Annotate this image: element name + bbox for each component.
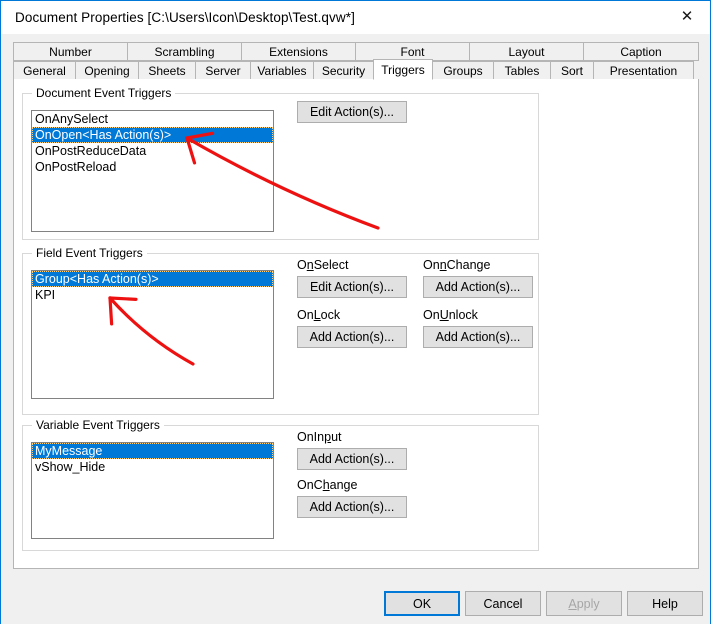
list-item[interactable]: OnAnySelect	[32, 111, 273, 127]
tab-label: Layout	[508, 44, 545, 59]
onlock-add-actions-button[interactable]: Add Action(s)...	[297, 326, 407, 348]
document-event-triggers-title: Document Event Triggers	[32, 86, 176, 100]
label-text: OnC	[297, 478, 323, 492]
tab-label: Sort	[560, 64, 583, 78]
variable-event-triggers-title: Variable Event Triggers	[32, 418, 164, 432]
label-mnemonic: A	[568, 596, 577, 611]
list-item[interactable]: OnOpen<Has Action(s)>	[32, 127, 273, 143]
close-icon: ✕	[680, 7, 694, 25]
document-properties-dialog: Document Properties [C:\Users\Icon\Deskt…	[0, 0, 711, 624]
tab-general[interactable]: General	[13, 61, 76, 80]
label-text: O	[297, 258, 307, 272]
tab-security[interactable]: Security	[313, 61, 374, 80]
tab-layout[interactable]: Layout	[469, 42, 584, 61]
tab-label: General	[23, 64, 66, 78]
tab-groups[interactable]: Groups	[432, 61, 494, 80]
field-onchange-label: OnnChange	[423, 258, 490, 272]
label-text: pply	[576, 596, 600, 611]
variable-event-triggers-group: Variable Event Triggers MyMessage vShow_H…	[22, 418, 539, 551]
list-item[interactable]: OnPostReduceData	[32, 143, 273, 159]
tab-label: Variables	[257, 64, 307, 78]
tab-label: Presentation	[609, 64, 678, 78]
tab-variables[interactable]: Variables	[250, 61, 314, 80]
tab-strip: Number Scrambling Extensions Font Layout Capt…	[13, 42, 699, 80]
label-mnemonic: h	[322, 478, 330, 492]
label-text: ut	[331, 430, 342, 444]
variable-onchange-add-actions-button[interactable]: Add Action(s)...	[297, 496, 407, 518]
close-button[interactable]: ✕	[664, 1, 710, 32]
list-item[interactable]: vShow_Hide	[32, 459, 273, 475]
tab-extensions[interactable]: Extensions	[241, 42, 356, 61]
tab-label: Opening	[84, 64, 130, 78]
onlock-label: OnLock	[297, 308, 340, 322]
onselect-edit-actions-button[interactable]: Edit Action(s)...	[297, 276, 407, 298]
onunlock-label: OnUnlock	[423, 308, 478, 322]
tab-server[interactable]: Server	[195, 61, 251, 80]
onselect-label: OnSelect	[297, 258, 348, 272]
oninput-add-actions-button[interactable]: Add Action(s)...	[297, 448, 407, 470]
list-item[interactable]: KPI	[32, 287, 273, 303]
tab-tables[interactable]: Tables	[493, 61, 551, 80]
field-onchange-add-actions-button[interactable]: Add Action(s)...	[423, 276, 533, 298]
variable-onchange-label: OnChange	[297, 478, 357, 492]
tab-number[interactable]: Number	[13, 42, 128, 61]
tab-sheets[interactable]: Sheets	[138, 61, 196, 80]
label-mnemonic: U	[439, 308, 449, 322]
tab-label: Number	[49, 44, 92, 59]
onunlock-add-actions-button[interactable]: Add Action(s)...	[423, 326, 533, 348]
field-event-triggers-group: Field Event Triggers Group<Has Action(s)…	[22, 246, 539, 415]
cancel-button[interactable]: Cancel	[465, 591, 541, 616]
ok-button[interactable]: OK	[384, 591, 460, 616]
tab-presentation[interactable]: Presentation	[593, 61, 694, 80]
tab-label: Caption	[620, 44, 662, 59]
document-event-triggers-group: Document Event Triggers OnAnySelect OnOpe…	[22, 86, 539, 240]
tab-row-lower: General Opening Sheets Server Variables Secur…	[13, 59, 699, 80]
tab-triggers[interactable]: Triggers	[373, 59, 433, 80]
list-item[interactable]: MyMessage	[32, 443, 273, 459]
label-mnemonic: L	[313, 308, 321, 322]
tab-label: Tables	[504, 64, 540, 78]
tab-label: Groups	[443, 64, 483, 78]
tab-label: Extensions	[269, 44, 328, 59]
tab-label: Sheets	[148, 64, 186, 78]
label-text: On	[297, 308, 314, 322]
tab-label: Scrambling	[154, 44, 215, 59]
tab-label: Server	[205, 64, 241, 78]
tab-label: Triggers	[381, 63, 425, 77]
tab-label: Security	[321, 64, 366, 78]
tab-scrambling[interactable]: Scrambling	[127, 42, 242, 61]
tab-sort[interactable]: Sort	[550, 61, 594, 80]
window-title: Document Properties [C:\Users\Icon\Deskt…	[15, 10, 355, 25]
tab-row-upper: Number Scrambling Extensions Font Layout Capt…	[13, 42, 699, 61]
label-text: nlock	[448, 308, 478, 322]
document-edit-actions-button[interactable]: Edit Action(s)...	[297, 101, 407, 123]
label-text: ock	[320, 308, 341, 322]
label-text: Select	[313, 258, 349, 272]
label-text: ange	[329, 478, 358, 492]
label-mnemonic: n	[306, 258, 314, 272]
label-text: OnIn	[297, 430, 325, 444]
dialog-footer: OK Cancel Apply Help	[1, 569, 710, 624]
help-button[interactable]: Help	[627, 591, 703, 616]
tab-panel-triggers: Document Event Triggers OnAnySelect OnOpe…	[13, 79, 699, 569]
list-item[interactable]: Group<Has Action(s)>	[32, 271, 273, 287]
tab-caption[interactable]: Caption	[583, 42, 699, 61]
oninput-label: OnInput	[297, 430, 342, 444]
field-event-triggers-title: Field Event Triggers	[32, 246, 147, 260]
variable-event-triggers-listbox[interactable]: MyMessage vShow_Hide	[31, 442, 274, 539]
document-event-triggers-listbox[interactable]: OnAnySelect OnOpen<Has Action(s)> OnPostRe…	[31, 110, 274, 232]
title-bar: Document Properties [C:\Users\Icon\Deskt…	[1, 1, 710, 34]
list-item[interactable]: OnPostReload	[32, 159, 273, 175]
tab-opening[interactable]: Opening	[75, 61, 139, 80]
label-text: Change	[446, 258, 491, 272]
label-text: On	[423, 308, 440, 322]
label-mnemonic: n	[439, 258, 447, 272]
tab-label: Font	[400, 44, 425, 59]
field-event-triggers-listbox[interactable]: Group<Has Action(s)> KPI	[31, 270, 274, 399]
apply-button: Apply	[546, 591, 622, 616]
label-text: On	[423, 258, 440, 272]
